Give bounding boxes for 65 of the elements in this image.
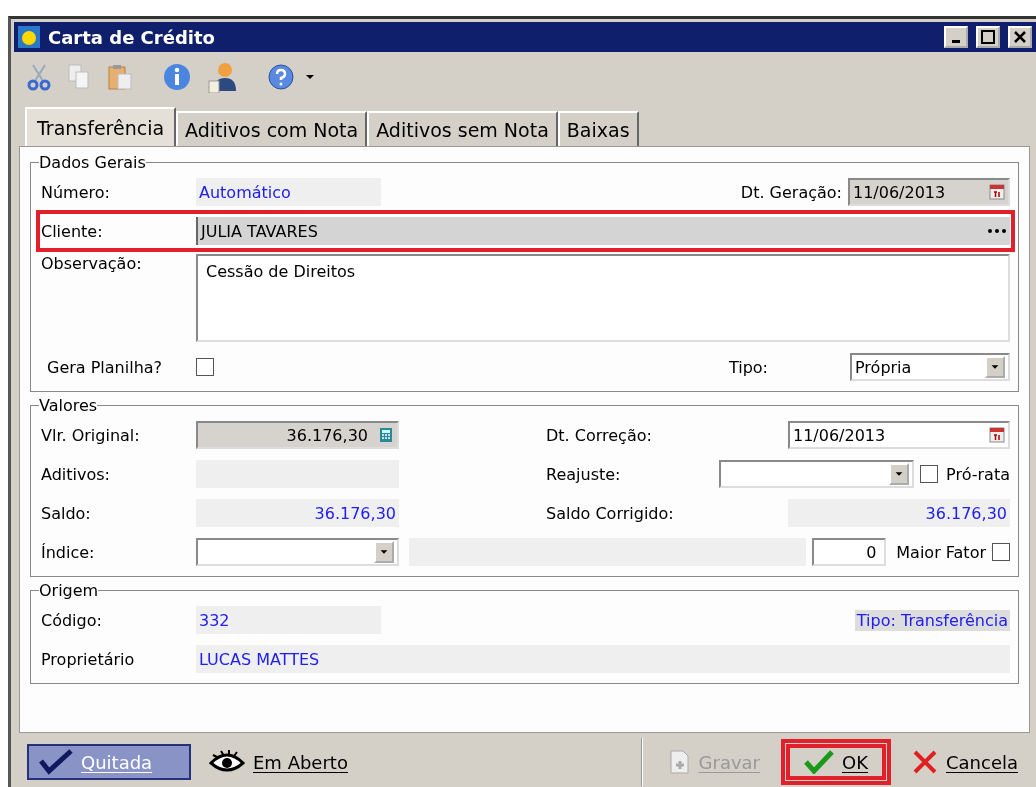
user-document-icon[interactable]: [207, 61, 237, 93]
factor-field[interactable]: 0: [812, 538, 887, 566]
dropdown-button[interactable]: [889, 463, 910, 485]
tab[interactable]: Baixas: [557, 111, 639, 146]
calendar-icon[interactable]: [989, 427, 1005, 443]
balance-field: 36.176,30: [788, 499, 1010, 527]
group-title: Origem: [39, 581, 99, 600]
field-label: Cliente:: [41, 221, 104, 241]
field-label: Tipo:: [728, 357, 768, 377]
tab[interactable]: Aditivos com Nota: [176, 111, 368, 146]
date-field[interactable]: 11/06/2013: [848, 178, 1010, 206]
number-field: Automático: [196, 178, 381, 206]
field-label: Código:: [41, 610, 103, 630]
field-label: Número:: [41, 182, 111, 202]
window-title: Carta de Crédito: [48, 26, 216, 48]
checkbox-label: Pró-rata: [946, 464, 1010, 484]
tab[interactable]: Transferência: [25, 107, 177, 147]
field-label: Aditivos:: [41, 464, 111, 484]
ellipsis-icon[interactable]: [987, 228, 1007, 234]
maximize-icon: [981, 30, 995, 44]
type-label: Tipo: Transferência: [854, 609, 1010, 631]
code-field: 332: [196, 606, 381, 634]
client-field[interactable]: JULIA TAVARES: [196, 217, 1010, 245]
tab[interactable]: Aditivos sem Nota: [367, 111, 558, 146]
owner-field: LUCAS MATTES: [196, 645, 1010, 673]
date-field[interactable]: 11/06/2013: [788, 421, 1010, 449]
group-title: Dados Gerais: [39, 153, 146, 172]
field-label: Vlr. Original:: [41, 425, 141, 445]
close-button[interactable]: [1008, 26, 1032, 48]
checkbox[interactable]: [920, 465, 939, 483]
app-logo-icon: [18, 26, 40, 48]
field-label: Proprietário: [41, 649, 136, 669]
maximize-button[interactable]: [976, 26, 1000, 48]
group-title: Valores: [39, 396, 98, 415]
field-label: Dt. Geração:: [740, 182, 842, 202]
checkbox[interactable]: [992, 543, 1010, 561]
field-label: Saldo:: [41, 503, 92, 523]
field-label: Observação:: [41, 254, 143, 273]
calculator-icon[interactable]: [378, 427, 394, 443]
type-dropdown[interactable]: Própria: [850, 353, 1010, 381]
checkbox[interactable]: [196, 358, 214, 376]
field-label: Índice:: [41, 542, 96, 562]
amount-field[interactable]: 36.176,30: [196, 421, 399, 449]
eye-button[interactable]: Em Aberto: [197, 744, 360, 780]
checkmark-icon: [804, 750, 834, 774]
help-icon[interactable]: [267, 63, 295, 91]
x-icon: [912, 749, 938, 775]
scissors-icon[interactable]: [27, 63, 51, 91]
checkbox-label: Maior Fator: [896, 542, 986, 562]
field-label: Gera Planilha?: [46, 357, 164, 377]
calendar-icon[interactable]: [989, 184, 1005, 200]
info-icon[interactable]: [163, 63, 191, 91]
notes-field[interactable]: Cessão de Direitos: [196, 254, 1010, 342]
field-label: Dt. Correção:: [546, 425, 652, 445]
close-icon: [1013, 30, 1027, 44]
dropdown-button[interactable]: [985, 356, 1005, 378]
cancel-button[interactable]: Cancela: [900, 744, 1030, 780]
dropdown-button[interactable]: [374, 541, 394, 563]
minimize-button[interactable]: [944, 26, 968, 48]
document-plus-icon: [668, 749, 691, 775]
field-label: Saldo Corrigido:: [546, 503, 674, 523]
minimize-icon: [952, 39, 960, 43]
balance-field: 36.176,30: [196, 499, 399, 527]
field-label: Reajuste:: [546, 464, 621, 484]
checkmark-icon: [39, 749, 73, 775]
